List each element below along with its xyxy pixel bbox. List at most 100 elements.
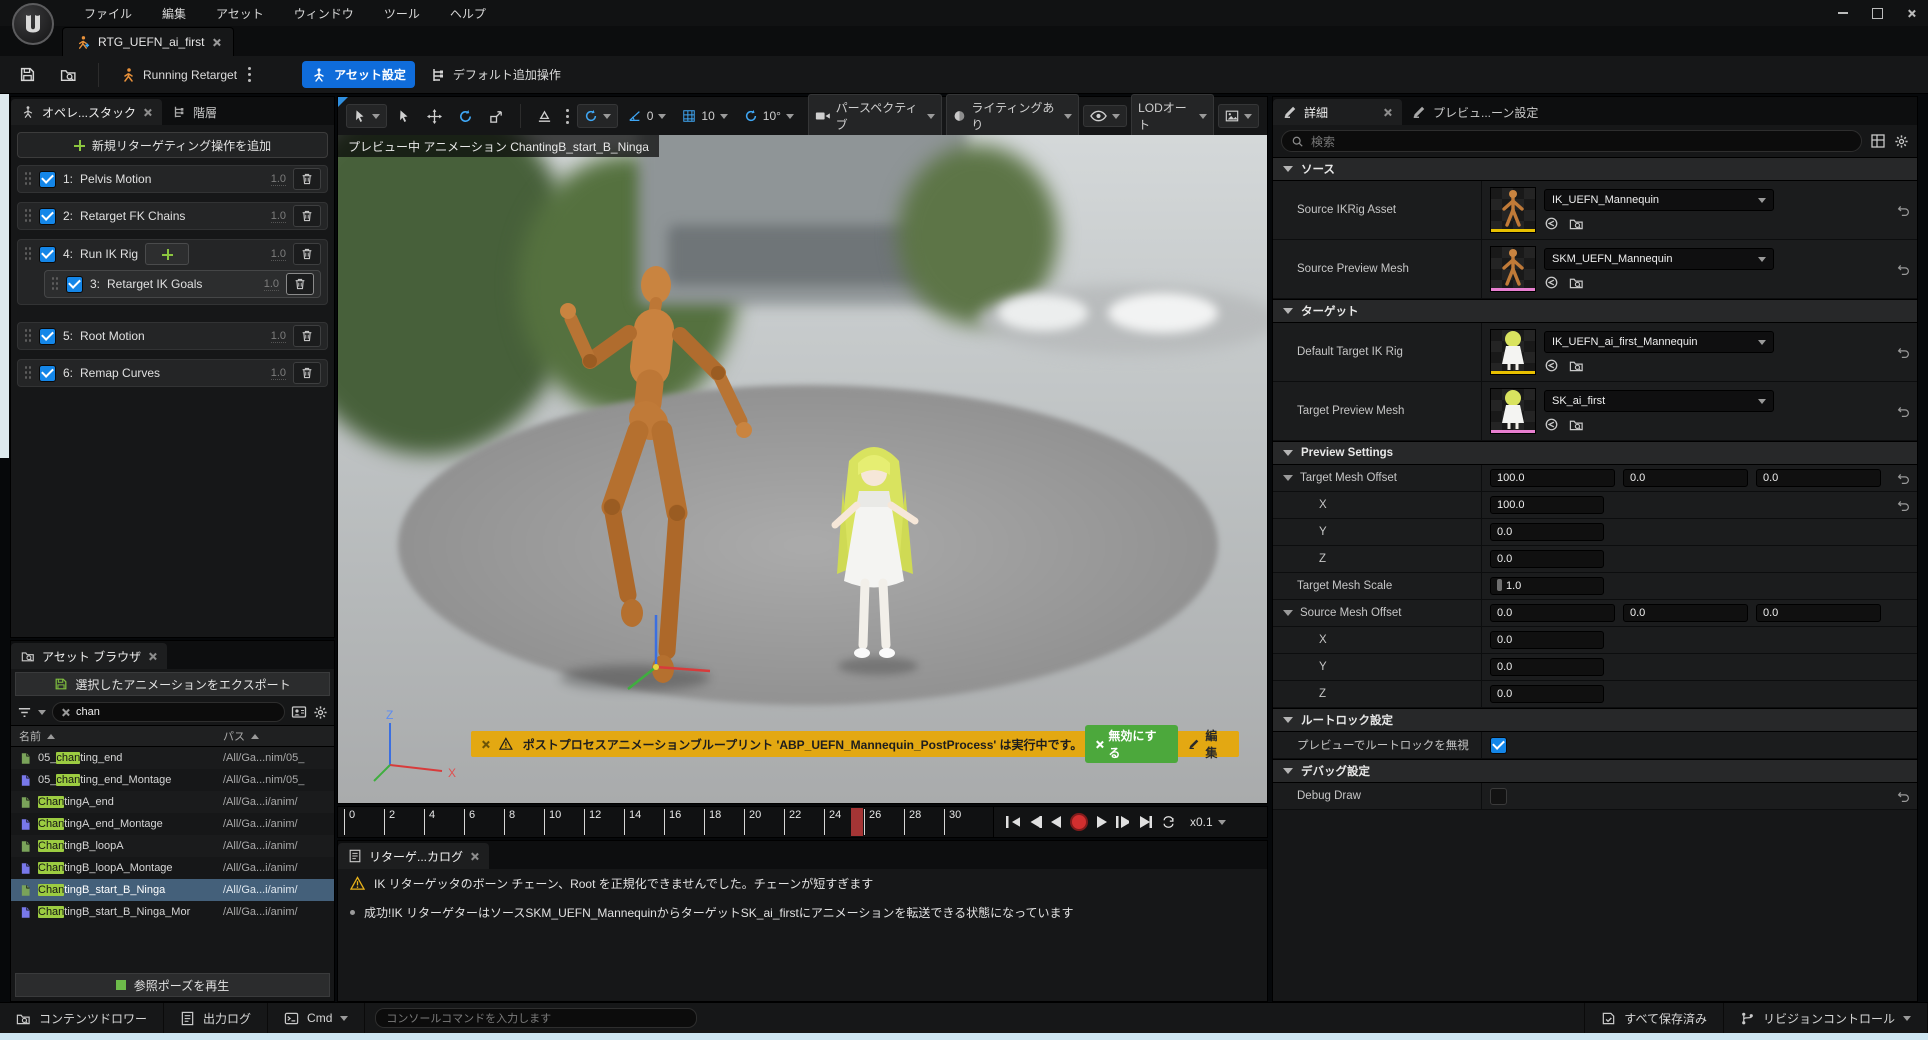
delete-op-button[interactable]	[293, 325, 321, 347]
go-to-end-button[interactable]	[1138, 816, 1152, 828]
surface-snap-button[interactable]	[531, 105, 558, 128]
collapse-icon[interactable]	[1283, 475, 1293, 481]
gear-icon[interactable]	[313, 705, 328, 720]
play-reverse-button[interactable]	[1051, 816, 1061, 828]
use-selected-asset-icon[interactable]	[1544, 216, 1559, 231]
use-selected-asset-icon[interactable]	[1544, 358, 1559, 373]
step-back-button[interactable]	[1029, 816, 1042, 828]
save-status-button[interactable]: すべて保存済み	[1584, 1003, 1724, 1033]
drag-handle-icon[interactable]	[24, 171, 32, 187]
selection-mode-dropdown[interactable]	[346, 104, 387, 128]
output-log-button[interactable]: 出力ログ	[164, 1003, 268, 1033]
rotate-tool-button[interactable]	[452, 105, 479, 128]
menu-asset[interactable]: アセット	[204, 1, 276, 26]
y-value-field[interactable]: 0.0	[1490, 523, 1604, 541]
asset-browser-tab-close-icon[interactable]	[148, 652, 157, 661]
op-weight-field[interactable]: 1.0	[264, 278, 279, 291]
details-tab-close-icon[interactable]	[1383, 108, 1392, 117]
op-row-remap-curves[interactable]: 6: Remap Curves 1.0	[17, 359, 328, 387]
rotation-snap-toggle[interactable]	[577, 104, 618, 128]
section-debug[interactable]: デバッグ設定	[1273, 759, 1917, 783]
op-enabled-checkbox[interactable]	[39, 171, 56, 188]
play-button[interactable]	[1097, 816, 1107, 828]
op-enabled-checkbox[interactable]	[66, 276, 83, 293]
tab-retarget-log[interactable]: リターゲ...カログ	[338, 843, 489, 869]
playback-speed-dropdown[interactable]: x0.1	[1190, 807, 1226, 837]
tab-preview-scene-settings[interactable]: プレビュ...ーン設定	[1402, 99, 1548, 125]
target-mesh-combo[interactable]: SK_ai_first	[1544, 390, 1774, 412]
menu-help[interactable]: ヘルプ	[438, 1, 498, 26]
asset-row[interactable]: 05_chanting_end_Montage /All/Ga...nim/05…	[11, 769, 334, 791]
minimize-button[interactable]	[1826, 1, 1860, 25]
delete-op-button[interactable]	[293, 362, 321, 384]
play-reference-pose-button[interactable]: 参照ポーズを再生	[15, 973, 330, 997]
asset-row[interactable]: 05_chanting_end /All/Ga...nim/05_	[11, 747, 334, 769]
target-ikrig-combo[interactable]: IK_UEFN_ai_first_Mannequin	[1544, 331, 1774, 353]
source-mesh-combo[interactable]: SKM_UEFN_Mannequin	[1544, 248, 1774, 270]
tab-rtg-asset[interactable]: RTG_UEFN_ai_first	[62, 27, 234, 56]
reset-to-default-button[interactable]	[1889, 204, 1917, 217]
reset-to-default-button[interactable]	[1889, 790, 1917, 803]
menu-tools[interactable]: ツール	[372, 1, 432, 26]
angle-snap-dropdown[interactable]: 0	[622, 105, 673, 127]
drag-handle-icon[interactable]	[24, 365, 32, 381]
cmd-dropdown[interactable]: Cmd	[268, 1003, 365, 1033]
add-child-op-button[interactable]	[145, 243, 189, 265]
tab-asset-browser[interactable]: アセット ブラウザ	[11, 643, 167, 669]
loop-button[interactable]	[1161, 815, 1176, 829]
menu-window[interactable]: ウィンドウ	[282, 1, 366, 26]
tab-op-stack[interactable]: オペレ...スタック	[11, 99, 162, 125]
op-weight-field[interactable]: 1.0	[271, 367, 286, 380]
op-weight-field[interactable]: 1.0	[271, 248, 286, 261]
export-animations-button[interactable]: 選択したアニメーションをエクスポート	[15, 672, 330, 696]
source-offset-y-field[interactable]: 0.0	[1623, 604, 1748, 622]
filter-icon[interactable]	[17, 705, 32, 720]
save-button[interactable]	[10, 61, 45, 88]
step-forward-button[interactable]	[1116, 816, 1129, 828]
collapse-icon[interactable]	[1283, 610, 1293, 616]
scale-tool-button[interactable]	[483, 105, 510, 128]
target-offset-z-field[interactable]: 0.0	[1756, 469, 1881, 487]
use-selected-asset-icon[interactable]	[1544, 417, 1559, 432]
asset-row[interactable]: ChantingA_end /All/Ga...i/anim/	[11, 791, 334, 813]
ignore-root-lock-checkbox[interactable]	[1490, 737, 1507, 754]
source-ikrig-combo[interactable]: IK_UEFN_Mannequin	[1544, 189, 1774, 211]
section-preview-settings[interactable]: Preview Settings	[1273, 441, 1917, 465]
op-weight-field[interactable]: 1.0	[271, 173, 286, 186]
drag-handle-icon[interactable]	[24, 328, 32, 344]
op-enabled-checkbox[interactable]	[39, 328, 56, 345]
delete-op-button[interactable]	[286, 273, 314, 295]
show-flags-dropdown[interactable]	[1083, 105, 1127, 127]
section-target[interactable]: ターゲット	[1273, 299, 1917, 323]
reset-to-default-button[interactable]	[1889, 346, 1917, 359]
source-offset-x-field[interactable]: 0.0	[1490, 604, 1615, 622]
disable-postprocess-button[interactable]: 無効にする	[1085, 725, 1178, 763]
target-offset-y-field[interactable]: 0.0	[1623, 469, 1748, 487]
reset-to-default-button[interactable]	[1889, 263, 1917, 276]
op-row-root-motion[interactable]: 5: Root Motion 1.0	[17, 322, 328, 350]
running-retarget-button[interactable]: Running Retarget	[111, 62, 264, 88]
filter-chevron-icon[interactable]	[38, 710, 46, 715]
translate-tool-button[interactable]	[421, 105, 448, 128]
z-value-field[interactable]: 0.0	[1490, 550, 1604, 568]
asset-row[interactable]: ChantingB_loopA_Montage /All/Ga...i/anim…	[11, 857, 334, 879]
target-girl-character[interactable]	[819, 429, 929, 679]
clear-search-icon[interactable]	[61, 708, 70, 717]
asset-row[interactable]: ChantingA_end_Montage /All/Ga...i/anim/	[11, 813, 334, 835]
gear-icon[interactable]	[1894, 134, 1909, 149]
asset-row-selected[interactable]: ChantingB_start_B_Ninga /All/Ga...i/anim…	[11, 879, 334, 901]
target-mesh-thumbnail[interactable]	[1490, 388, 1536, 434]
target-scale-field[interactable]: 1.0	[1490, 577, 1604, 595]
delete-op-button[interactable]	[293, 168, 321, 190]
unreal-logo[interactable]	[12, 3, 54, 45]
source-ikrig-thumbnail[interactable]	[1490, 187, 1536, 233]
section-root-lock[interactable]: ルートロック設定	[1273, 708, 1917, 732]
section-source[interactable]: ソース	[1273, 157, 1917, 181]
screenshot-dropdown[interactable]	[1218, 104, 1259, 128]
op-enabled-checkbox[interactable]	[39, 246, 56, 263]
go-to-start-button[interactable]	[1006, 816, 1020, 828]
op-row-retarget-ik-goals[interactable]: 3: Retarget IK Goals 1.0	[44, 270, 321, 298]
sort-by-path-header[interactable]: パス	[223, 728, 334, 744]
record-button[interactable]	[1070, 813, 1088, 831]
tab-hierarchy[interactable]: 階層	[162, 99, 227, 125]
